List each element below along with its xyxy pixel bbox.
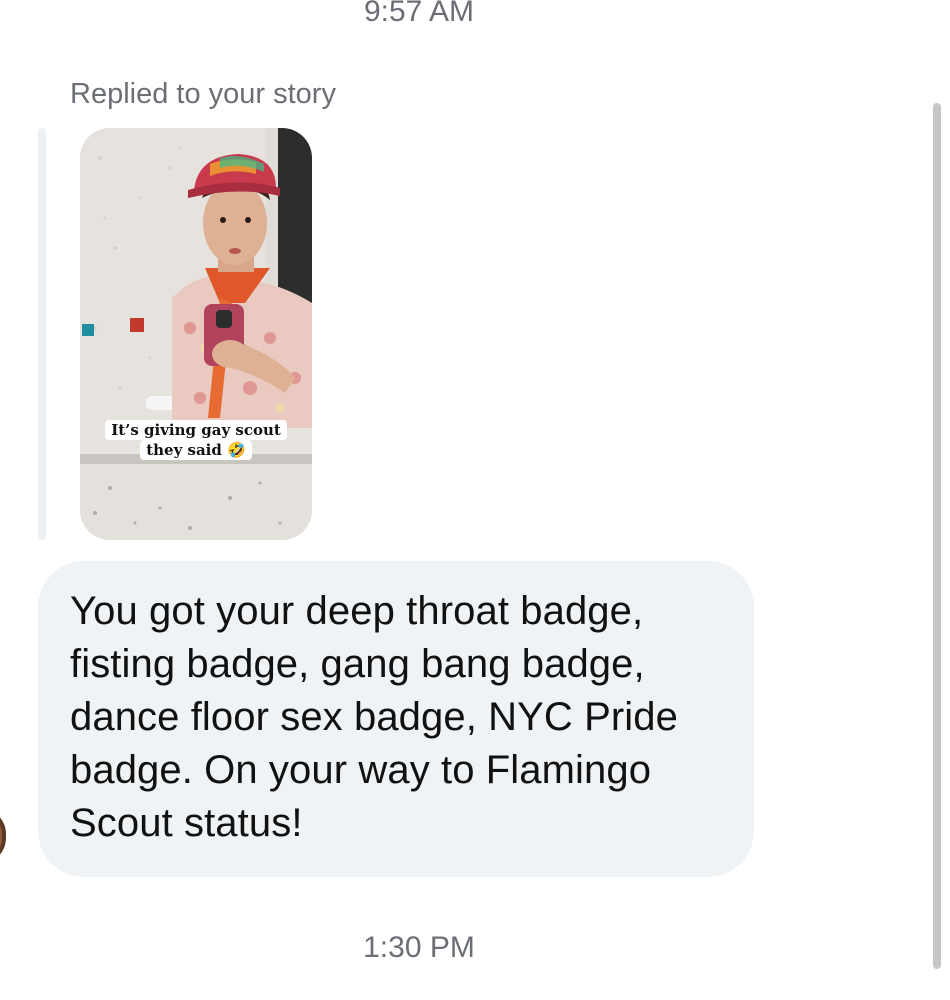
timestamp-bottom: 1:30 PM xyxy=(363,931,475,964)
reply-indicator-bar xyxy=(38,128,46,540)
message-text: You got your deep throat badge, fisting … xyxy=(70,589,678,845)
message-bubble[interactable]: You got your deep throat badge, fisting … xyxy=(38,561,754,877)
story-caption-line2: they said 🤣 xyxy=(140,440,252,460)
scrollbar[interactable] xyxy=(933,103,941,969)
story-thumbnail[interactable]: It’s giving gay scout they said 🤣 xyxy=(80,128,312,540)
story-caption: It’s giving gay scout they said 🤣 xyxy=(80,420,312,460)
story-reply-label: Replied to your story xyxy=(70,78,336,110)
sender-avatar[interactable] xyxy=(0,808,6,864)
story-image xyxy=(80,128,312,540)
timestamp-top: 9:57 AM xyxy=(363,0,475,28)
story-caption-line1: It’s giving gay scout xyxy=(105,420,287,440)
